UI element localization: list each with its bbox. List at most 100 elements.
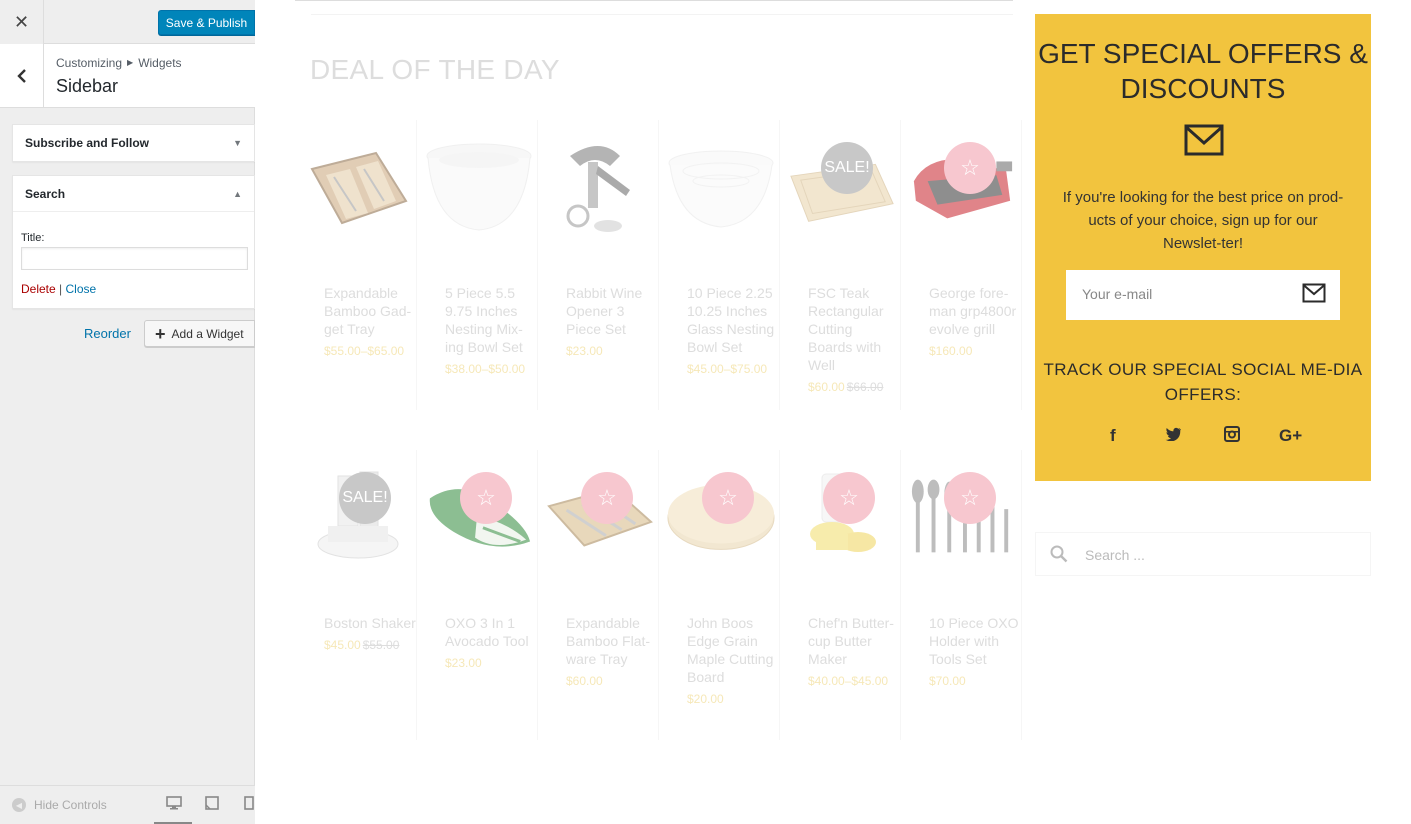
wishlist-star-icon[interactable]: ☆ [581, 472, 633, 524]
wishlist-star-icon[interactable]: ☆ [702, 472, 754, 524]
product-card[interactable]: ☆ OXO 3 In 1 Avocado Tool $23.00 [418, 450, 538, 740]
envelope-icon [1184, 124, 1224, 159]
caret-down-icon[interactable]: ▼ [233, 138, 242, 148]
product-title[interactable]: Boston Shaker [324, 615, 416, 631]
product-title[interactable]: FSC Teak Rectangular Cutting Boards with… [808, 285, 884, 373]
product-image[interactable] [303, 136, 413, 236]
product-title[interactable]: Chef'n Butter-cup Butter Maker [808, 615, 894, 667]
facebook-icon[interactable]: f [1110, 426, 1116, 446]
product-card[interactable]: ☆ Chef'n Butter-cup Butter Maker $40.00–$4… [781, 450, 901, 740]
product-card[interactable]: ☆ Expandable Bamboo Flat-ware Tray $60.00 [539, 450, 659, 740]
hide-controls-label: Hide Controls [34, 798, 107, 812]
mobile-preview-icon[interactable] [244, 796, 254, 813]
newsletter-widget: GET SPECIAL OFFERS & DISCOUNTS If you're… [1035, 14, 1371, 481]
product-card[interactable]: SALE! Boston Shaker $45.00 $55.00 [297, 450, 417, 740]
product-price: $40.00–$45.00 [808, 674, 889, 688]
section-title-bar: Customizing ▶ Widgets Sidebar [0, 44, 255, 108]
widget-subscribe-and-follow[interactable]: Subscribe and Follow ▼ [12, 124, 255, 162]
product-name[interactable]: Rabbit Wine Opener 3 Piece Set $23.00 [566, 284, 658, 360]
breadcrumb: Customizing ▶ Widgets [56, 56, 182, 70]
product-card[interactable]: SALE! FSC Teak Rectangular Cutting Boards… [781, 120, 901, 410]
product-name[interactable]: 10 Piece 2.25 10.25 Inches Glass Nesting… [687, 284, 779, 378]
product-card[interactable]: ☆ John Boos Edge Grain Maple Cutting Boar… [660, 450, 780, 740]
delete-link[interactable]: Delete [21, 282, 56, 296]
product-title[interactable]: 10 Piece OXO Holder with Tools Set [929, 615, 1019, 667]
send-envelope-icon[interactable] [1302, 283, 1326, 306]
product-price: $45.00 $55.00 [324, 638, 400, 652]
product-name[interactable]: 5 Piece 5.5 9.75 Inches Nesting Mix-ing … [445, 284, 537, 378]
customizer-footer: ◀ Hide Controls [0, 785, 255, 824]
wishlist-star-icon[interactable]: ☆ [460, 472, 512, 524]
add-widget-button[interactable]: + Add a Widget [144, 320, 255, 347]
product-price: $23.00 [566, 344, 603, 358]
product-name[interactable]: OXO 3 In 1 Avocado Tool $23.00 [445, 614, 537, 672]
product-name[interactable]: George fore-man grp4800r evolve grill $16… [929, 284, 1021, 360]
product-card[interactable]: 10 Piece 2.25 10.25 Inches Glass Nesting… [660, 120, 780, 410]
product-price: $23.00 [445, 656, 482, 670]
breadcrumb-current: Widgets [138, 56, 182, 70]
divider [295, 0, 1013, 1]
product-name[interactable]: Expandable Bamboo Gad-get Tray $55.00–$65… [324, 284, 416, 360]
social-links: f G+ [1035, 426, 1371, 450]
product-old-price: $55.00 [362, 638, 400, 652]
product-card[interactable]: Expandable Bamboo Gad-get Tray $55.00–$65… [297, 120, 417, 410]
product-card[interactable]: ☆ 10 Piece OXO Holder with Tools Set $70.0… [902, 450, 1022, 740]
product-title[interactable]: 5 Piece 5.5 9.75 Inches Nesting Mix-ing … [445, 285, 523, 355]
plus-icon: + [155, 323, 166, 344]
product-card[interactable]: ☆ George fore-man grp4800r evolve grill $1… [902, 120, 1022, 410]
product-price: $38.00–$50.00 [445, 362, 526, 376]
product-title[interactable]: Expandable Bamboo Gad-get Tray [324, 285, 411, 337]
product-card[interactable]: Rabbit Wine Opener 3 Piece Set $23.00 [539, 120, 659, 410]
desktop-preview-icon[interactable] [154, 796, 192, 824]
widget-search[interactable]: Search ▲ Title: Delete | Close [12, 175, 255, 309]
search-input[interactable]: Search ... [1035, 532, 1371, 576]
add-widget-label: Add a Widget [171, 326, 244, 341]
close-link[interactable]: Close [66, 282, 97, 296]
caret-up-icon[interactable]: ▲ [233, 189, 242, 199]
product-card[interactable]: 5 Piece 5.5 9.75 Inches Nesting Mix-ing … [418, 120, 538, 410]
twitter-icon[interactable] [1165, 426, 1182, 446]
wishlist-star-icon[interactable]: ☆ [823, 472, 875, 524]
back-chevron-icon[interactable] [0, 44, 44, 108]
product-price: $160.00 [929, 344, 973, 358]
close-icon[interactable]: ✕ [0, 0, 44, 44]
instagram-icon[interactable] [1224, 426, 1240, 447]
product-name[interactable]: John Boos Edge Grain Maple Cutting Board… [687, 614, 779, 708]
google-plus-icon[interactable]: G+ [1279, 426, 1302, 446]
widget-header[interactable]: Subscribe and Follow ▼ [13, 125, 254, 161]
reorder-link[interactable]: Reorder [84, 326, 131, 341]
product-title[interactable]: OXO 3 In 1 Avocado Tool [445, 615, 529, 649]
breadcrumb-root: Customizing [56, 56, 123, 70]
title-field[interactable] [21, 247, 248, 270]
widget-title: Search [25, 186, 66, 201]
deal-of-the-day-title: DEAL OF THE DAY [310, 54, 560, 85]
product-image[interactable] [545, 136, 655, 236]
product-title[interactable]: 10 Piece 2.25 10.25 Inches Glass Nesting… [687, 285, 774, 355]
tablet-preview-icon[interactable] [205, 796, 219, 813]
product-price: $70.00 [929, 674, 966, 688]
product-image[interactable] [666, 136, 776, 236]
product-title[interactable]: George fore-man grp4800r evolve grill [929, 285, 1016, 337]
newsletter-title: GET SPECIAL OFFERS & DISCOUNTS [1038, 38, 1368, 104]
customizer-header: ✕ Save & Publish [0, 0, 255, 44]
product-title[interactable]: John Boos Edge Grain Maple Cutting Board [687, 615, 773, 685]
save-publish-button[interactable]: Save & Publish [158, 10, 255, 35]
section-title: Sidebar [56, 76, 119, 96]
product-name[interactable]: Expandable Bamboo Flat-ware Tray $60.00 [566, 614, 658, 690]
product-name[interactable]: Chef'n Butter-cup Butter Maker $40.00–$45… [808, 614, 900, 690]
widget-header[interactable]: Search ▲ [13, 176, 254, 212]
email-field[interactable]: Your e-mail [1066, 270, 1340, 320]
product-price: $60.00 [566, 674, 603, 688]
product-title[interactable]: Rabbit Wine Opener 3 Piece Set [566, 285, 642, 337]
product-title[interactable]: Expandable Bamboo Flat-ware Tray [566, 615, 650, 667]
product-name[interactable]: 10 Piece OXO Holder with Tools Set $70.00 [929, 614, 1021, 690]
product-old-price: $66.00 [846, 380, 884, 394]
product-name[interactable]: FSC Teak Rectangular Cutting Boards with… [808, 284, 900, 396]
customizer-panel: ✕ Save & Publish Customizing ▶ Widgets Sid… [0, 0, 255, 824]
wishlist-star-icon[interactable]: ☆ [944, 142, 996, 194]
wishlist-star-icon[interactable]: ☆ [944, 472, 996, 524]
product-price: $60.00 $66.00 [808, 380, 884, 394]
product-image[interactable] [424, 136, 534, 236]
product-name[interactable]: Boston Shaker $45.00 $55.00 [324, 614, 416, 654]
hide-controls-button[interactable]: ◀ Hide Controls [12, 798, 107, 812]
